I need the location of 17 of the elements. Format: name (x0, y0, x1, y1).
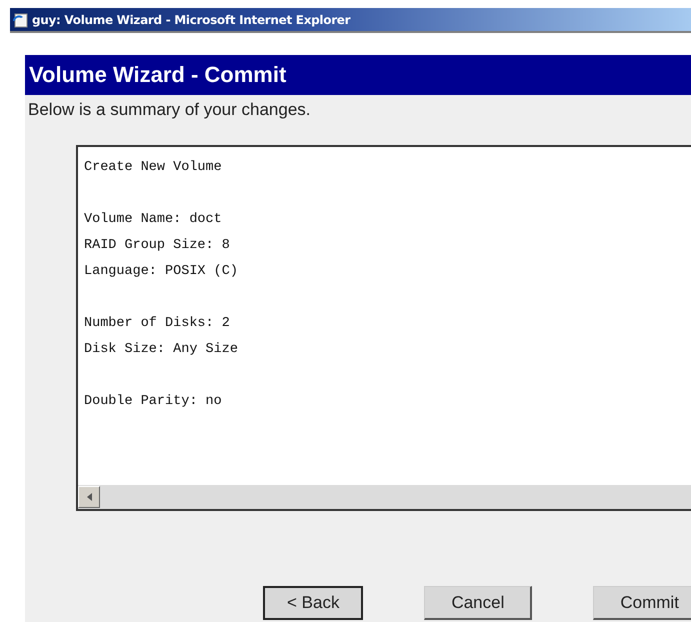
summary-line: RAID Group Size: 8 (84, 237, 231, 255)
left-arrow-icon (86, 493, 92, 501)
wizard-button[interactable]: Commit (593, 586, 691, 620)
summary-line: Number of Disks: 2 (84, 315, 231, 333)
summary-line: Disk Size: Any Size (84, 341, 239, 359)
summary-line: Language: POSIX (C) (84, 263, 239, 281)
horizontal-scrollbar[interactable] (78, 485, 691, 509)
summary-line: Double Parity: no (84, 393, 223, 411)
intro-text: Below is a summary of your changes. (27, 99, 312, 121)
wizard-button[interactable]: < Back (263, 586, 364, 620)
scroll-left-button[interactable] (78, 486, 100, 508)
summary-text-area[interactable]: Create New Volume Volume Name: doct RAID Group Size: 8 Language: POSIX (C) Number of Disks: 2 Disk Size: Any Size Double Parity: no (76, 145, 691, 511)
wizard-header: Volume Wizard - Commit (25, 55, 691, 95)
summary-line: Create New Volume (84, 159, 223, 177)
wizard-button[interactable]: Cancel (424, 586, 532, 620)
summary-line: Volume Name: doct (84, 211, 223, 229)
window-title: guy: Volume Wizard - Microsoft Internet Explorer (32, 12, 350, 26)
